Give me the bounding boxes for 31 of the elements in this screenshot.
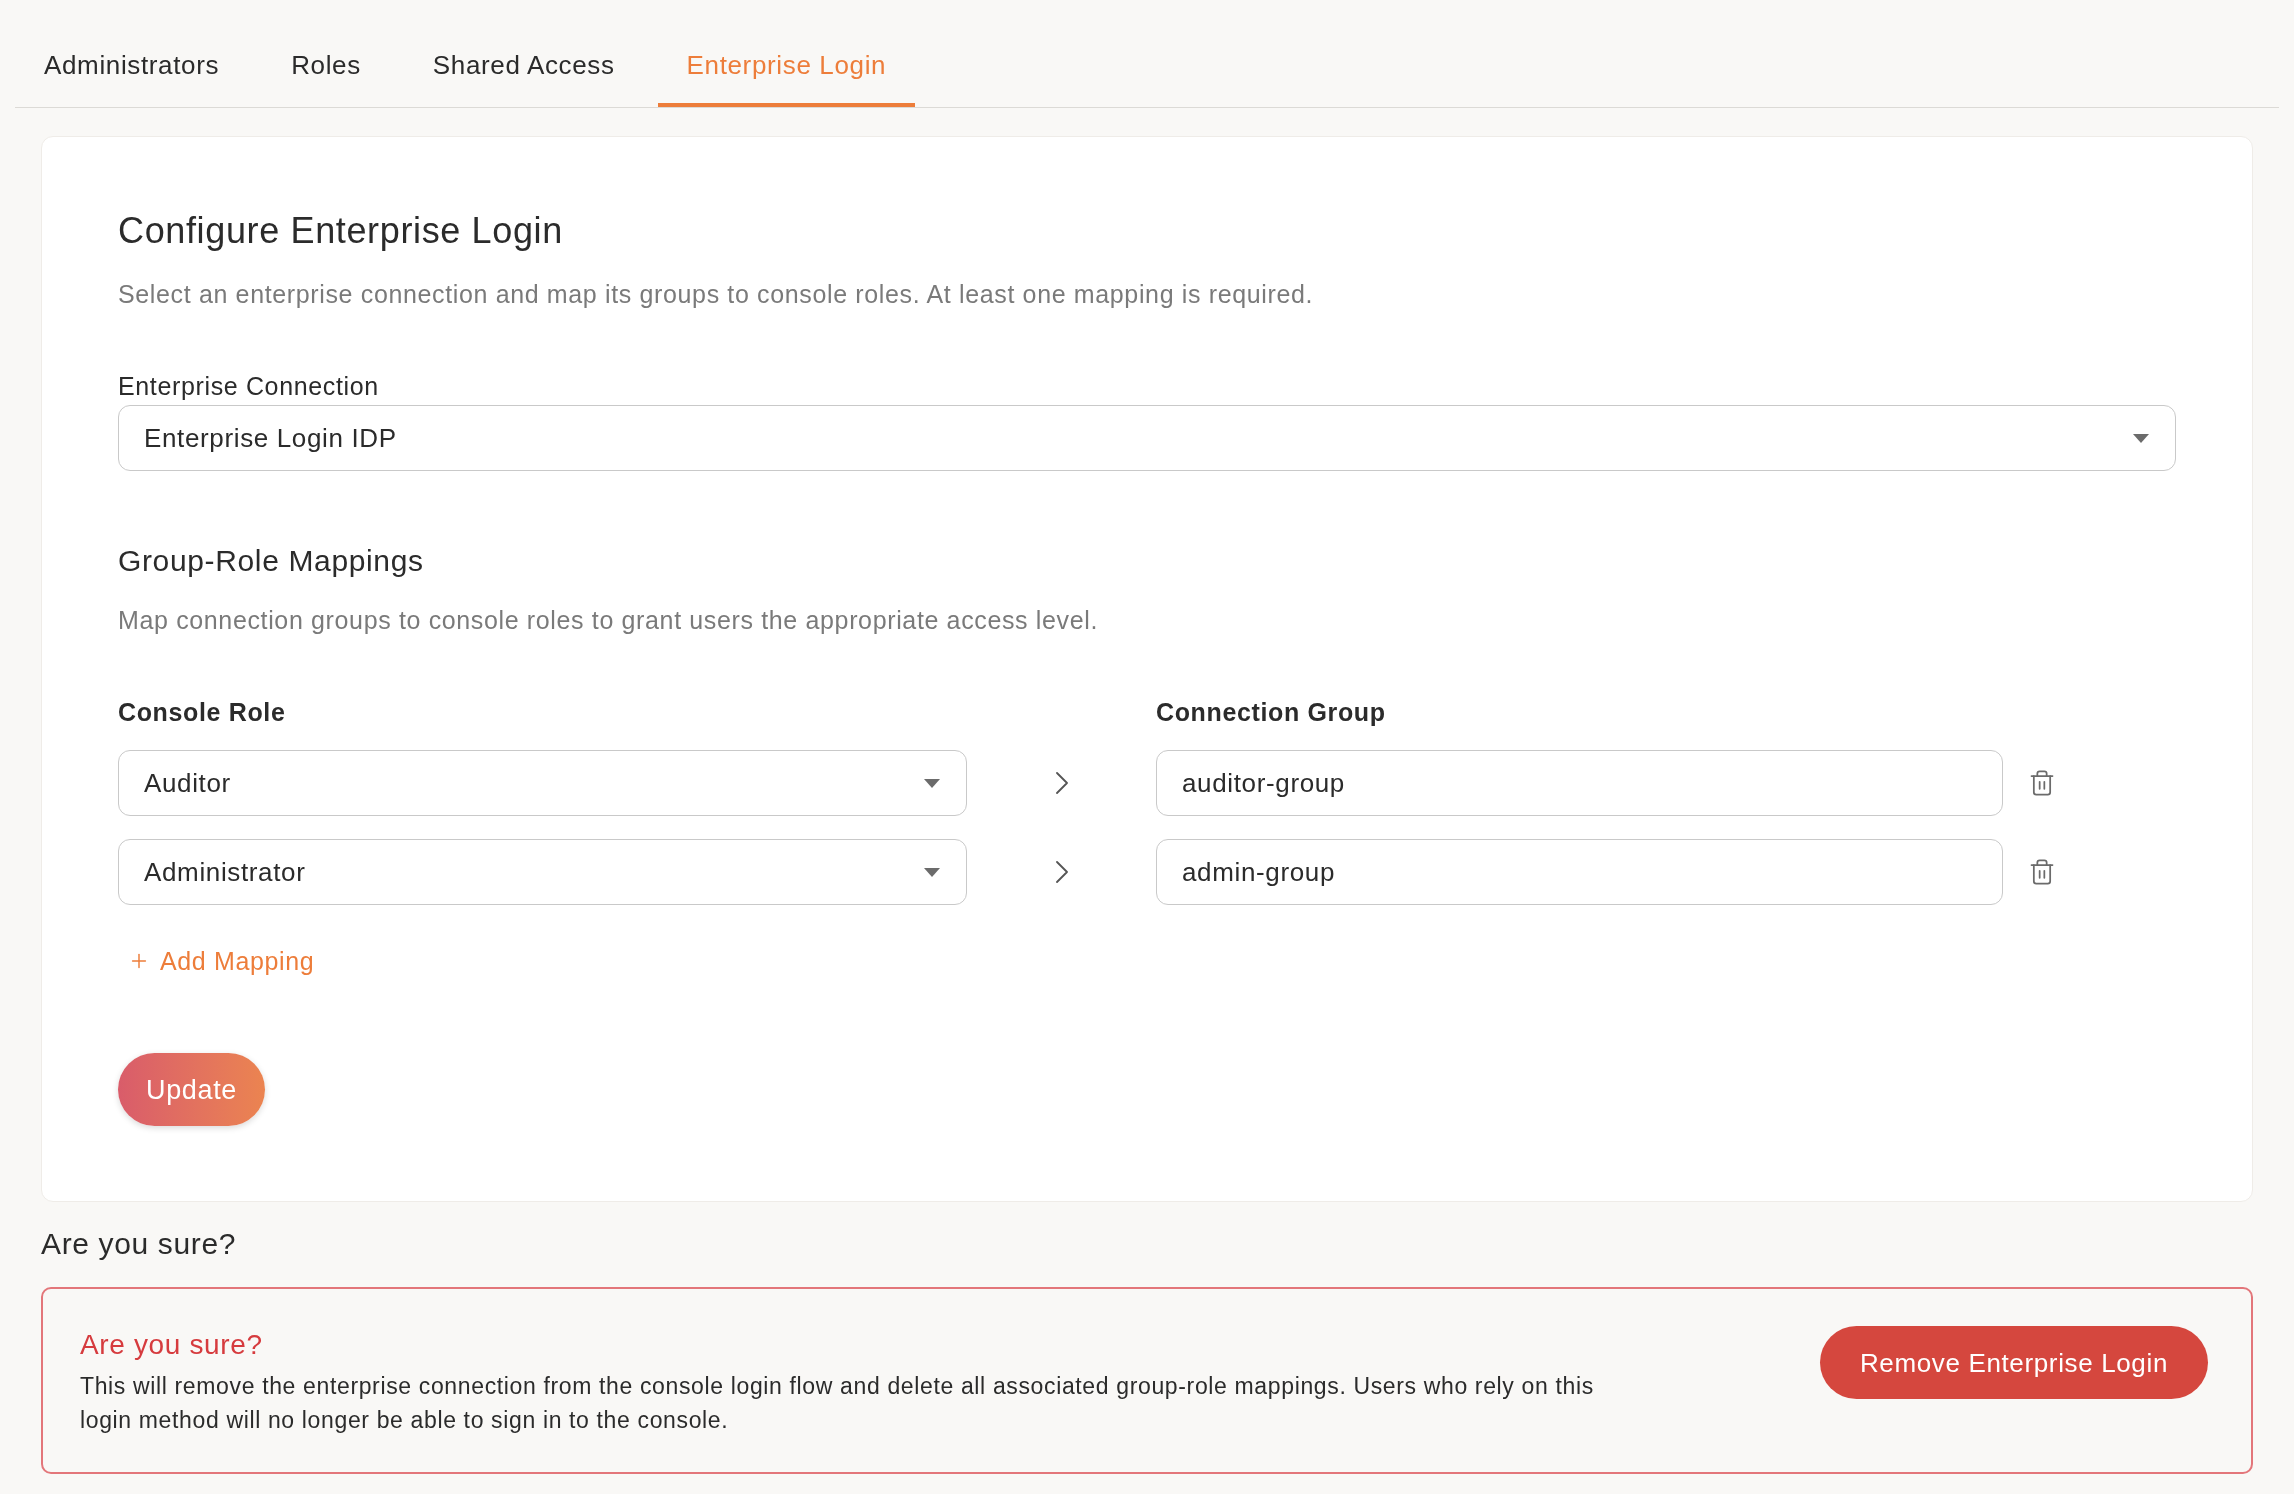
section-heading: Are you sure? (41, 1226, 238, 1262)
field-label: Enterprise Connection (118, 371, 380, 402)
section-description: Map connection groups to console roles to grant users the appropriate access level. (118, 605, 1100, 636)
chevron-right-icon (1055, 861, 1068, 883)
section-title: Group-Role Mappings (118, 543, 425, 579)
role-select[interactable]: Administrator (118, 839, 967, 905)
select-value: Enterprise Login IDP (144, 422, 397, 454)
group-input[interactable]: admin-group (1156, 839, 2003, 905)
section-title: Configure Enterprise Login (118, 209, 564, 253)
trash-icon (2028, 858, 2056, 886)
remove-button[interactable]: Remove Enterprise Login (1819, 1326, 2208, 1399)
trash-icon (2028, 769, 2056, 797)
tab[interactable]: Shared Access (403, 1, 644, 107)
caret-icon (2133, 433, 2149, 443)
select-value: Auditor (144, 767, 231, 799)
caret-icon (924, 867, 940, 877)
warning-title: Are you sure? (80, 1328, 264, 1362)
group-input[interactable]: auditor-group (1156, 750, 2003, 816)
section-description: Select an enterprise connection and map its groups to console roles. At least one mapping is required. (118, 279, 1315, 310)
warning-text: This will remove the enterprise connection from the console login flow and delete all associated group-role mappings. Users who rely on this login method will no longer be able to sign in to the console. (80, 1372, 1595, 1435)
input-value: auditor-group (1182, 767, 1345, 799)
column-header: Connection Group (1156, 697, 1387, 728)
chevron-right-icon (1055, 772, 1068, 794)
connection-select[interactable]: Enterprise Login IDP (118, 405, 2176, 471)
input-value: admin-group (1182, 856, 1335, 888)
tab[interactable]: Administrators (15, 1, 249, 107)
tab[interactable]: Roles (262, 1, 390, 107)
select-value: Administrator (144, 856, 306, 888)
column-header: Console Role (118, 697, 287, 728)
caret-icon (924, 778, 940, 788)
role-select[interactable]: Auditor (118, 750, 967, 816)
